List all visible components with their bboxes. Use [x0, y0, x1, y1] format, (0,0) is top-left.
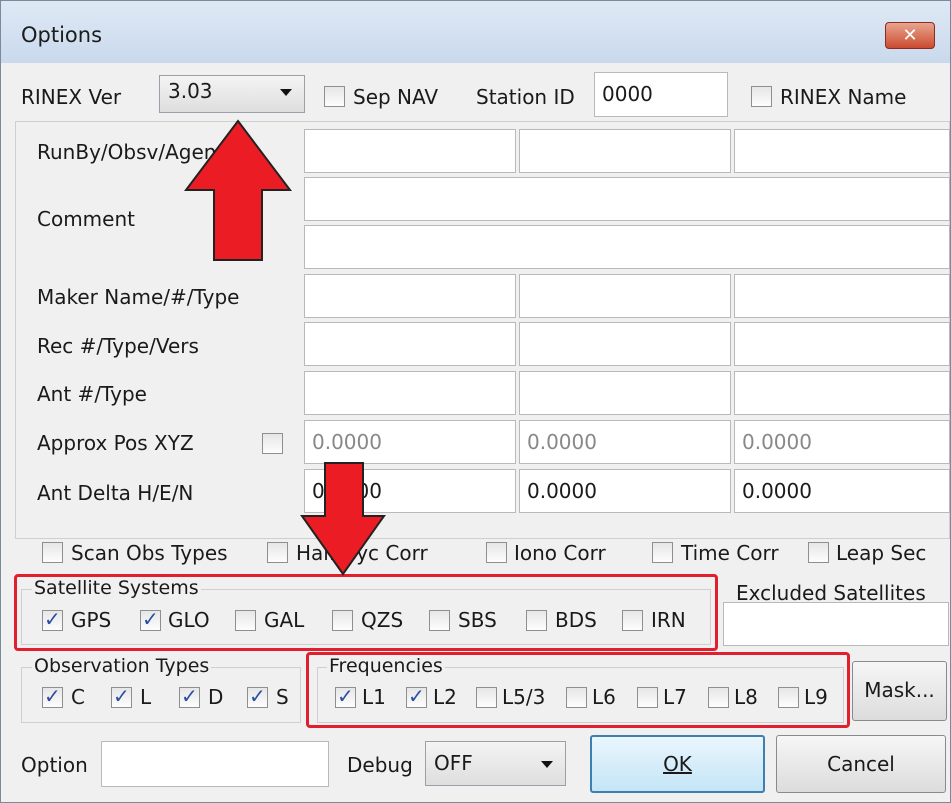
maker-field-3[interactable]	[734, 274, 950, 318]
down-arrow-annotation	[300, 462, 386, 576]
mask-button[interactable]: Mask...	[852, 661, 947, 721]
obs-s-label: S	[276, 685, 289, 709]
option-label: Option	[21, 753, 88, 777]
approx-pos-checkbox[interactable]	[262, 433, 283, 454]
ant-delta-n[interactable]: 0.0000	[734, 469, 950, 513]
maker-label: Maker Name/#/Type	[37, 285, 240, 309]
close-icon: ✕	[902, 25, 918, 46]
approx-pos-z[interactable]: 0.0000	[734, 420, 950, 464]
chevron-down-icon	[280, 89, 292, 96]
rinex-name-checkbox[interactable]	[751, 86, 772, 107]
ant-field-2[interactable]	[519, 371, 731, 415]
iono-corr-label: Iono Corr	[514, 541, 606, 565]
iono-corr-checkbox[interactable]	[486, 542, 507, 563]
half-cyc-checkbox[interactable]	[267, 542, 288, 563]
sep-nav-checkbox[interactable]	[324, 86, 345, 107]
station-id-label: Station ID	[476, 85, 575, 109]
ant-field-3[interactable]	[734, 371, 950, 415]
obs-d-checkbox[interactable]	[179, 684, 200, 708]
excluded-satellites-input[interactable]	[723, 602, 949, 646]
rec-field-2[interactable]	[519, 322, 731, 366]
chevron-down-icon	[541, 761, 553, 768]
option-input[interactable]	[101, 741, 329, 787]
ant-delta-label: Ant Delta H/E/N	[37, 481, 194, 505]
comment-field-2[interactable]	[304, 225, 950, 269]
sep-nav-label: Sep NAV	[353, 85, 439, 109]
rec-label: Rec #/Type/Vers	[37, 334, 199, 358]
ant-field-1[interactable]	[304, 371, 516, 415]
obs-l-checkbox[interactable]	[111, 684, 132, 708]
satellite-systems-highlight	[14, 574, 718, 651]
obs-l-label: L	[140, 685, 152, 709]
scan-obs-label: Scan Obs Types	[71, 541, 228, 565]
maker-field-1[interactable]	[304, 274, 516, 318]
comment-field-1[interactable]	[304, 177, 950, 221]
rinex-name-label: RINEX Name	[780, 85, 907, 109]
approx-pos-label: Approx Pos XYZ	[37, 431, 194, 455]
debug-label: Debug	[347, 753, 413, 777]
rinex-ver-select[interactable]: 3.03	[159, 75, 305, 113]
scan-obs-checkbox[interactable]	[42, 542, 63, 563]
debug-select[interactable]: OFF	[425, 741, 566, 786]
title-bar[interactable]: Options ✕	[1, 1, 950, 63]
obs-c-label: C	[71, 685, 85, 709]
runby-field-2[interactable]	[519, 129, 731, 173]
debug-value: OFF	[434, 751, 473, 775]
up-arrow-annotation	[183, 119, 293, 261]
rinex-ver-label: RINEX Ver	[21, 85, 122, 109]
maker-field-2[interactable]	[519, 274, 731, 318]
time-corr-label: Time Corr	[681, 541, 779, 565]
leap-sec-label: Leap Sec	[836, 541, 927, 565]
observation-types-label: Observation Types	[32, 655, 212, 677]
ant-label: Ant #/Type	[37, 382, 147, 406]
runby-field-3[interactable]	[734, 129, 950, 173]
rec-field-3[interactable]	[734, 322, 950, 366]
close-button[interactable]: ✕	[885, 22, 935, 49]
obs-s-checkbox[interactable]	[247, 684, 268, 708]
cancel-button[interactable]: Cancel	[776, 735, 946, 793]
approx-pos-y[interactable]: 0.0000	[519, 420, 731, 464]
comment-label: Comment	[37, 207, 135, 231]
obs-d-label: D	[208, 685, 224, 709]
runby-field-1[interactable]	[304, 129, 516, 173]
obs-c-checkbox[interactable]	[42, 684, 63, 708]
ant-delta-e[interactable]: 0.0000	[519, 469, 731, 513]
approx-pos-x[interactable]: 0.0000	[304, 420, 516, 464]
time-corr-checkbox[interactable]	[652, 542, 673, 563]
rec-field-1[interactable]	[304, 322, 516, 366]
ok-button[interactable]: OK	[590, 735, 765, 793]
leap-sec-checkbox[interactable]	[808, 542, 829, 563]
rinex-ver-value: 3.03	[168, 79, 213, 103]
options-dialog: Options ✕ RINEX Ver 3.03 Sep NAV Station…	[0, 0, 951, 803]
window-title: Options	[21, 23, 103, 47]
station-id-input[interactable]: 0000	[594, 72, 728, 117]
frequencies-highlight	[306, 652, 850, 728]
